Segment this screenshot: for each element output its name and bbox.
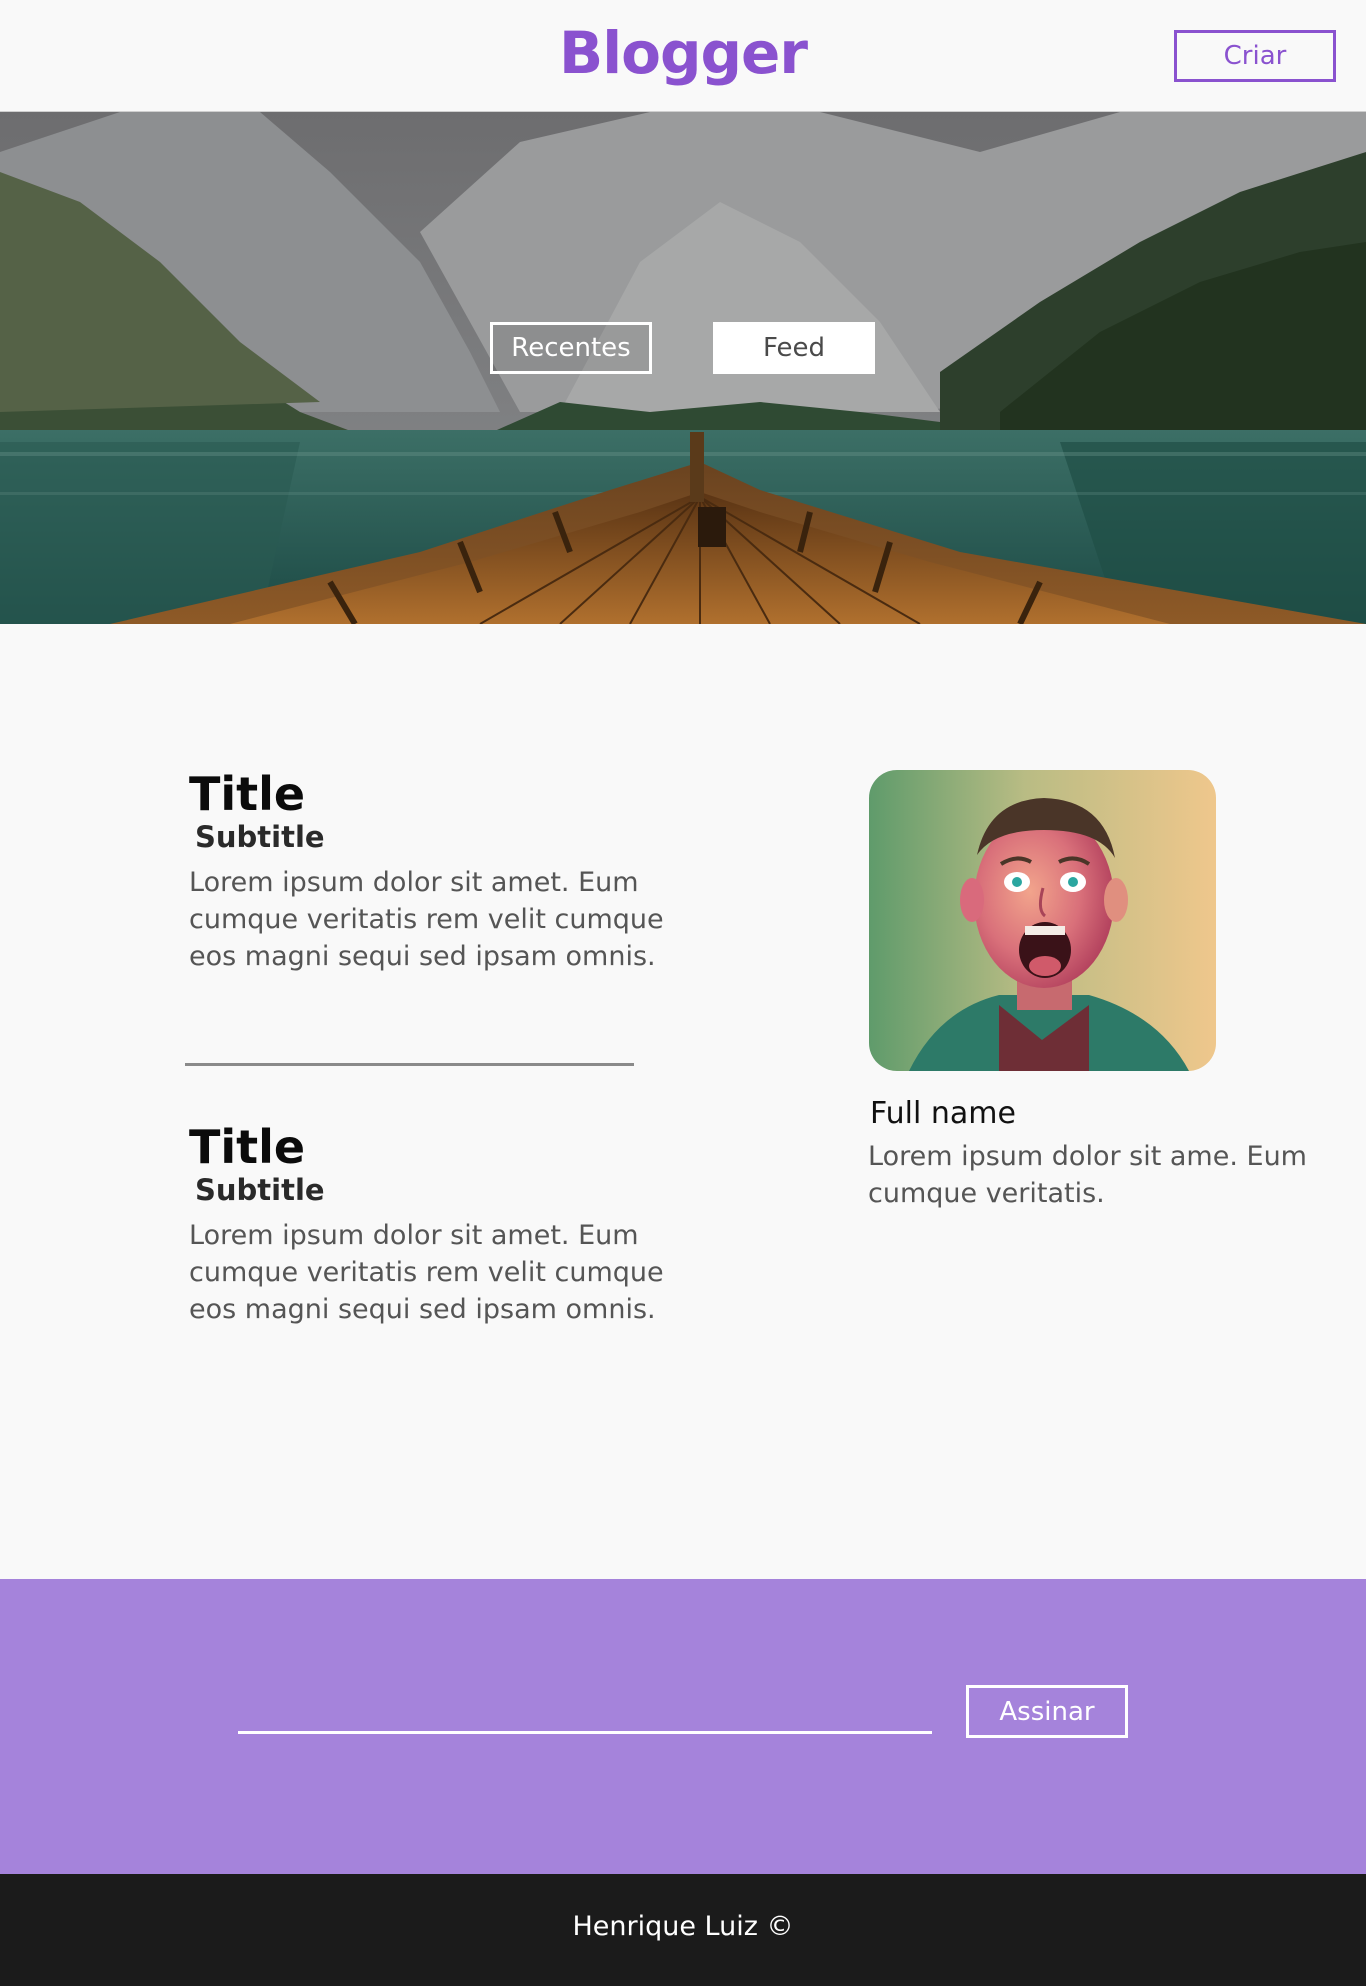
hero-banner: Recentes Feed <box>0 112 1366 624</box>
subscribe-button[interactable]: Assinar <box>966 1685 1128 1738</box>
post-subtitle: Subtitle <box>195 820 325 854</box>
profile-description: Lorem ipsum dolor sit ame. Eum cumque ve… <box>868 1141 1307 1209</box>
hero-background-image <box>0 112 1366 624</box>
footer-credit: Henrique Luiz © <box>572 1911 794 1942</box>
site-header: Blogger Criar <box>0 0 1366 112</box>
subscribe-email-input[interactable] <box>238 1688 932 1734</box>
post-body: Lorem ipsum dolor sit amet. Eum cumque v… <box>189 867 664 972</box>
create-button[interactable]: Criar <box>1174 30 1336 82</box>
profile-avatar-image <box>869 770 1216 1071</box>
post-card: Title Subtitle Lorem ipsum dolor sit ame… <box>189 768 689 975</box>
site-footer: Henrique Luiz © <box>0 1874 1366 1986</box>
post-divider <box>185 1063 634 1066</box>
post-subtitle: Subtitle <box>195 1173 325 1207</box>
site-logo[interactable]: Blogger <box>0 14 1366 92</box>
post-card: Title Subtitle Lorem ipsum dolor sit ame… <box>189 1121 689 1328</box>
profile-name: Full name <box>870 1096 1016 1131</box>
post-title[interactable]: Title <box>189 1121 689 1173</box>
tab-recentes[interactable]: Recentes <box>490 322 652 374</box>
profile-photo <box>869 770 1216 1071</box>
post-body: Lorem ipsum dolor sit amet. Eum cumque v… <box>189 1220 664 1325</box>
tab-feed[interactable]: Feed <box>713 322 875 374</box>
post-title[interactable]: Title <box>189 768 689 820</box>
